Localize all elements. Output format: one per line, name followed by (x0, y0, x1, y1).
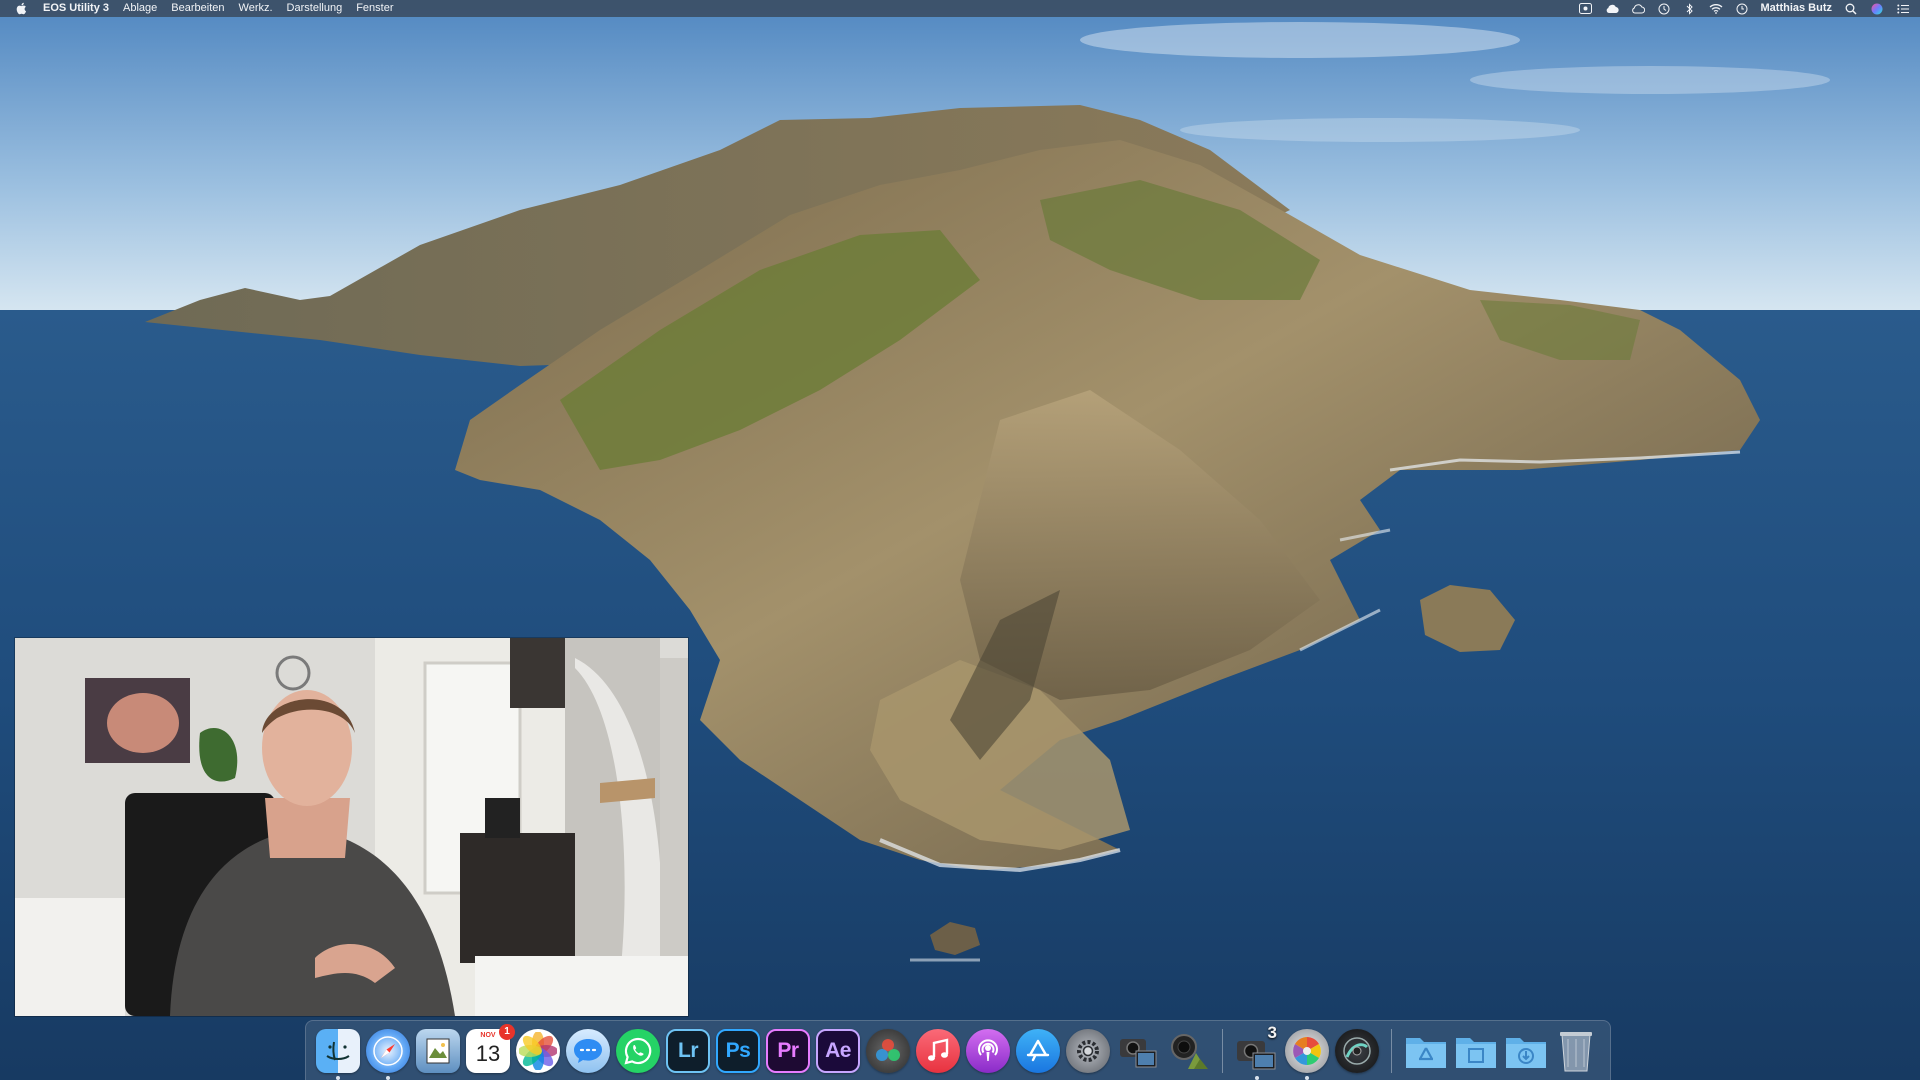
dock-after-effects[interactable]: Ae (816, 1028, 860, 1073)
wifi-icon[interactable] (1709, 3, 1723, 15)
music-icon (928, 1037, 949, 1061)
dock-safari[interactable] (366, 1028, 410, 1080)
dock-messages[interactable] (566, 1028, 610, 1073)
dock-eos-utility[interactable]: 3 (1235, 1023, 1279, 1080)
dock: NOV 13 1 Lr Ps Pr Ae 3 (305, 1020, 1611, 1080)
menu-bar: EOS Utility 3 Ablage Bearbeiten Werkz. D… (0, 0, 1920, 17)
app-menu[interactable]: EOS Utility 3 (43, 0, 109, 17)
dock-applications-stack[interactable] (1404, 1029, 1448, 1073)
menu-bearbeiten[interactable]: Bearbeiten (171, 0, 224, 17)
after-effects-icon: Ae (825, 1038, 851, 1062)
finder-icon (326, 1041, 350, 1060)
dock-photoshop[interactable]: Ps (716, 1028, 760, 1073)
dpp-icon (1343, 1036, 1371, 1065)
photoshop-icon: Ps (725, 1038, 751, 1062)
running-indicator (386, 1075, 390, 1080)
lightroom-icon: Lr (678, 1038, 699, 1062)
preview-icon (426, 1038, 450, 1063)
webcam-overlay (15, 638, 688, 1016)
time-machine-icon[interactable] (1657, 3, 1671, 15)
dock-whatsapp[interactable] (616, 1028, 660, 1073)
menu-bar-left: EOS Utility 3 Ablage Bearbeiten Werkz. D… (16, 0, 407, 17)
menu-fenster[interactable]: Fenster (356, 0, 393, 17)
dock-premiere[interactable]: Pr (766, 1028, 810, 1073)
menu-bar-extras: Matthias Butz (1579, 0, 1911, 17)
siri-icon[interactable] (1870, 3, 1884, 15)
downloads-folder-icon (1506, 1037, 1546, 1068)
applications-folder-icon (1406, 1037, 1446, 1068)
dock-photos[interactable] (516, 1028, 560, 1073)
fast-user-switch-name[interactable]: Matthias Butz (1761, 0, 1833, 17)
dock-digital-photo-professional[interactable] (1335, 1028, 1379, 1073)
apple-menu-icon[interactable] (16, 2, 28, 16)
dock-preview[interactable] (416, 1028, 460, 1073)
dock-app-store[interactable] (1016, 1028, 1060, 1073)
davinci-resolve-icon (876, 1038, 900, 1061)
whatsapp-icon (624, 1037, 652, 1065)
bluetooth-icon[interactable] (1683, 2, 1697, 15)
clock-icon[interactable] (1735, 3, 1749, 15)
system-preferences-icon (1077, 1039, 1099, 1062)
camera-lens-icon (1171, 1033, 1208, 1069)
color-wheel-icon (1293, 1036, 1321, 1065)
dock-podcasts[interactable] (966, 1028, 1010, 1073)
trash-icon (1560, 1031, 1592, 1071)
safari-icon (373, 1035, 403, 1066)
dock-picture-style-editor[interactable] (1285, 1028, 1329, 1080)
running-indicator (1255, 1075, 1259, 1080)
dock-separator (1222, 1028, 1223, 1073)
messages-icon (574, 1038, 602, 1063)
menu-ablage[interactable]: Ablage (123, 0, 157, 17)
dock-eos-launcher[interactable] (1116, 1029, 1160, 1073)
dock-documents-stack[interactable] (1454, 1029, 1498, 1073)
presenter-video-frame (15, 638, 688, 1016)
spotlight-search-icon[interactable] (1844, 3, 1858, 15)
dock-eos-lens[interactable] (1166, 1029, 1210, 1073)
app-store-icon (1026, 1039, 1050, 1061)
creative-cloud-icon[interactable] (1605, 3, 1619, 15)
calendar-badge: 1 (499, 1023, 515, 1040)
dock-separator (1391, 1028, 1392, 1073)
dock-trash[interactable] (1554, 1029, 1598, 1073)
dock-lightroom[interactable]: Lr (666, 1028, 710, 1073)
running-indicator (1305, 1075, 1309, 1080)
dock-downloads-stack[interactable] (1504, 1029, 1548, 1073)
menu-darstellung[interactable]: Darstellung (287, 0, 343, 17)
dock-calendar[interactable]: NOV 13 1 (466, 1023, 515, 1073)
documents-folder-icon (1456, 1037, 1496, 1068)
dock-system-preferences[interactable] (1066, 1028, 1110, 1073)
menu-werkz[interactable]: Werkz. (239, 0, 273, 17)
dock-music[interactable] (916, 1028, 960, 1073)
camera-monitor-icon (1120, 1038, 1157, 1067)
cloud-icon[interactable] (1631, 3, 1645, 15)
running-indicator (336, 1075, 340, 1080)
notification-center-icon[interactable] (1896, 3, 1910, 15)
premiere-icon: Pr (777, 1038, 799, 1062)
calendar-day: 13 (475, 1040, 501, 1066)
screen-record-icon[interactable] (1579, 3, 1593, 15)
dock-finder[interactable] (316, 1028, 360, 1080)
photos-icon (519, 1031, 557, 1070)
podcasts-icon (978, 1038, 998, 1061)
eos-utility-version: 3 (1267, 1022, 1277, 1042)
dock-davinci-resolve[interactable] (866, 1028, 910, 1073)
